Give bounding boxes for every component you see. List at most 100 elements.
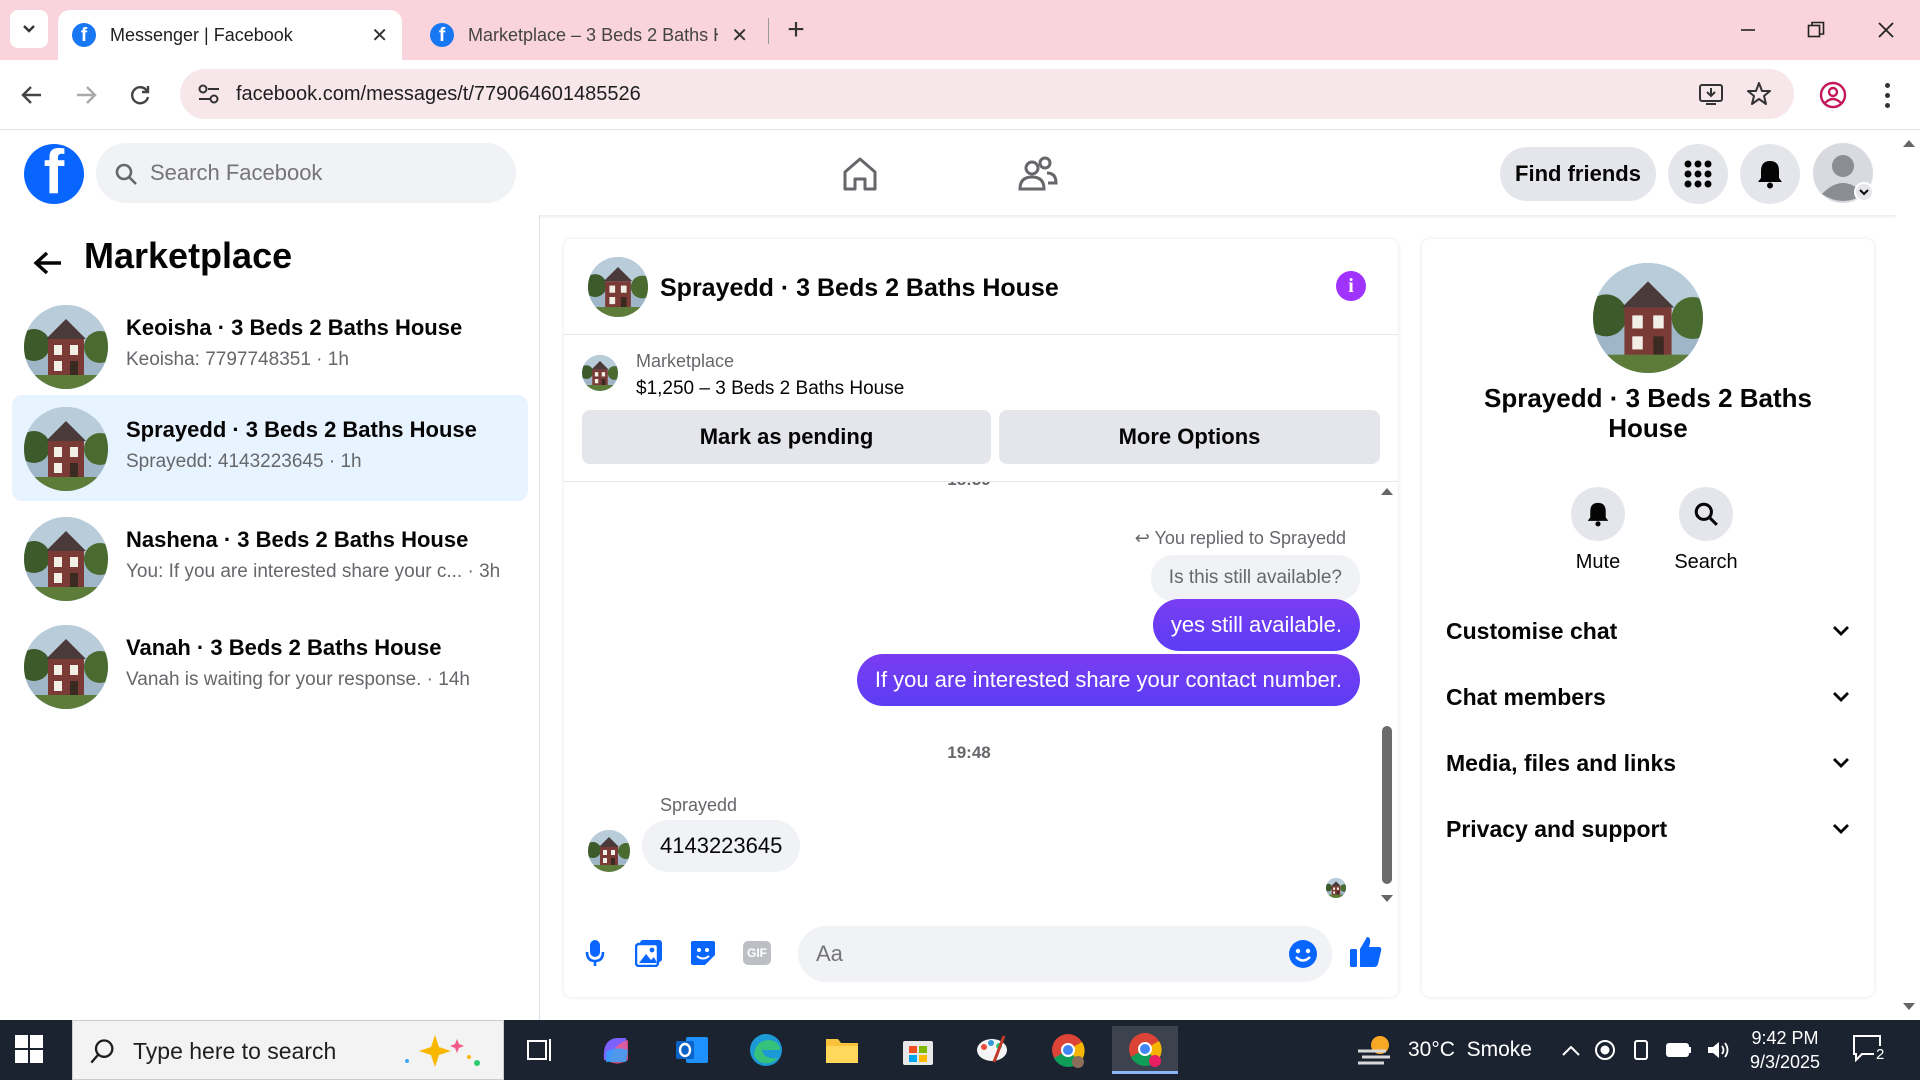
conversation-item[interactable]: Nashena · 3 Beds 2 Baths House You: If y… [12, 505, 528, 611]
bell-icon [1758, 161, 1782, 189]
record-icon[interactable] [1594, 1039, 1616, 1061]
microsoft-store-app[interactable] [886, 1026, 950, 1074]
listing-thumbnail[interactable] [582, 355, 618, 391]
tab-divider [768, 18, 769, 44]
conversation-item-selected[interactable]: Sprayedd · 3 Beds 2 Baths House Sprayedd… [12, 395, 528, 501]
new-tab-button[interactable]: + [778, 12, 814, 48]
system-tray-icons[interactable] [1562, 1020, 1730, 1080]
site-settings-icon[interactable] [198, 84, 220, 104]
attach-photo-button[interactable] [632, 936, 666, 970]
mark-as-pending-button[interactable]: Mark as pending [582, 410, 991, 464]
more-options-button[interactable]: More Options [999, 410, 1380, 464]
windows-taskbar: Type here to search 30°C Smoke 9:42 PM 9… [0, 1020, 1920, 1080]
edge-app[interactable] [734, 1026, 798, 1074]
search-circle [1679, 487, 1733, 541]
seen-receipt-avatar [1326, 878, 1346, 898]
quoted-message[interactable]: Is this still available? [1150, 555, 1360, 601]
customise-chat-section[interactable]: Customise chat [1446, 611, 1850, 651]
chevron-up-icon[interactable] [1562, 1044, 1580, 1056]
tab-messenger[interactable]: f Messenger | Facebook ✕ [58, 10, 402, 60]
grid-menu-icon [1684, 160, 1712, 188]
like-button[interactable] [1346, 932, 1386, 972]
reload-button[interactable] [122, 77, 158, 113]
friends-nav-button[interactable] [998, 144, 1078, 204]
bookmark-star-icon[interactable] [1746, 81, 1772, 107]
outlook-app[interactable] [660, 1026, 724, 1074]
address-bar[interactable]: facebook.com/messages/t/779064601485526 [180, 69, 1794, 119]
profile-button[interactable] [1818, 80, 1848, 110]
task-view-button[interactable] [508, 1026, 572, 1074]
close-tab-icon[interactable]: ✕ [371, 23, 388, 48]
battery-icon[interactable] [1666, 1041, 1692, 1059]
conversation-name: Sprayedd · 3 Beds 2 Baths House [126, 417, 477, 442]
emoji-icon[interactable] [1288, 939, 1318, 969]
tab-marketplace[interactable]: f Marketplace – 3 Beds 2 Baths H ✕ [416, 10, 762, 60]
outgoing-message[interactable]: If you are interested share your contact… [856, 654, 1360, 706]
home-nav-button[interactable] [820, 144, 900, 204]
sender-avatar[interactable] [588, 830, 630, 872]
notifications-button[interactable] [1740, 144, 1800, 204]
thread-scrollbar[interactable] [1376, 482, 1398, 912]
scroll-down-icon[interactable] [1902, 1002, 1916, 1012]
phone-link-icon[interactable] [1630, 1039, 1652, 1061]
chat-members-section[interactable]: Chat members [1446, 677, 1850, 717]
close-tab-icon[interactable]: ✕ [731, 23, 748, 48]
mute-button[interactable]: Mute [1558, 487, 1638, 574]
search-in-conversation-button[interactable]: Search [1666, 487, 1746, 574]
close-window-button[interactable] [1862, 10, 1910, 50]
house-avatar[interactable] [588, 257, 648, 317]
profile-avatar[interactable] [1593, 263, 1703, 373]
chrome-app[interactable] [1036, 1026, 1100, 1074]
menu-button[interactable] [1668, 144, 1728, 204]
listing-banner: Marketplace $1,250 – 3 Beds 2 Baths Hous… [564, 335, 1398, 482]
volume-icon[interactable] [1706, 1039, 1730, 1061]
clock[interactable]: 9:42 PM 9/3/2025 [1740, 1026, 1830, 1074]
scroll-down-icon[interactable] [1380, 894, 1394, 904]
minimize-button[interactable] [1724, 10, 1772, 50]
minimize-icon [1741, 29, 1755, 31]
conversation-item[interactable]: Keoisha · 3 Beds 2 Baths House Keoisha: … [12, 293, 528, 399]
find-friends-button[interactable]: Find friends [1500, 147, 1656, 201]
notification-center-button[interactable]: 2 [1852, 1034, 1892, 1068]
url-text[interactable]: facebook.com/messages/t/779064601485526 [236, 83, 641, 106]
scrollbar-thumb[interactable] [1382, 726, 1392, 884]
page-scrollbar[interactable] [1896, 130, 1920, 1020]
listing-summary[interactable]: $1,250 – 3 Beds 2 Baths House [636, 378, 904, 400]
timestamp-separator: 19:48 [947, 743, 991, 762]
chrome-profile-app[interactable] [1112, 1026, 1178, 1074]
tab-list-dropdown[interactable] [10, 10, 48, 48]
privacy-support-section[interactable]: Privacy and support [1446, 809, 1850, 849]
message-input-box[interactable] [798, 926, 1332, 982]
chevron-down-icon [1833, 692, 1849, 702]
restore-button[interactable] [1792, 10, 1840, 50]
message-input[interactable] [816, 926, 1256, 982]
sticker-button[interactable] [686, 936, 720, 970]
outgoing-message[interactable]: yes still available. [1152, 599, 1360, 651]
forward-button[interactable] [68, 77, 104, 113]
facebook-logo[interactable]: f [24, 144, 84, 204]
conversation-item[interactable]: Vanah · 3 Beds 2 Baths House Vanah is wa… [12, 613, 528, 719]
chat-title[interactable]: Sprayedd · 3 Beds 2 Baths House [660, 274, 1059, 303]
info-icon[interactable]: i [1336, 271, 1366, 301]
taskbar-search[interactable]: Type here to search [72, 1020, 504, 1080]
account-avatar-button[interactable] [1812, 142, 1874, 204]
copilot-app[interactable] [584, 1026, 648, 1074]
house-avatar [24, 407, 108, 491]
install-app-icon[interactable] [1698, 81, 1724, 107]
paint-app[interactable] [960, 1026, 1024, 1074]
file-explorer-app[interactable] [810, 1026, 874, 1074]
back-button[interactable] [14, 77, 50, 113]
gif-button[interactable]: GIF [740, 936, 774, 970]
scroll-up-icon[interactable] [1902, 138, 1916, 148]
incoming-message[interactable]: 4143223645 [642, 820, 801, 872]
search-input[interactable] [150, 143, 500, 203]
voice-clip-button[interactable] [578, 936, 612, 970]
scroll-up-icon[interactable] [1380, 486, 1394, 496]
back-button[interactable] [28, 243, 68, 283]
weather-widget[interactable]: 30°C Smoke [1356, 1020, 1532, 1080]
browser-toolbar: facebook.com/messages/t/779064601485526 [0, 60, 1920, 130]
facebook-search[interactable] [96, 143, 516, 203]
media-files-links-section[interactable]: Media, files and links [1446, 743, 1850, 783]
start-button[interactable] [14, 1034, 48, 1068]
browser-menu-button[interactable] [1872, 78, 1902, 112]
